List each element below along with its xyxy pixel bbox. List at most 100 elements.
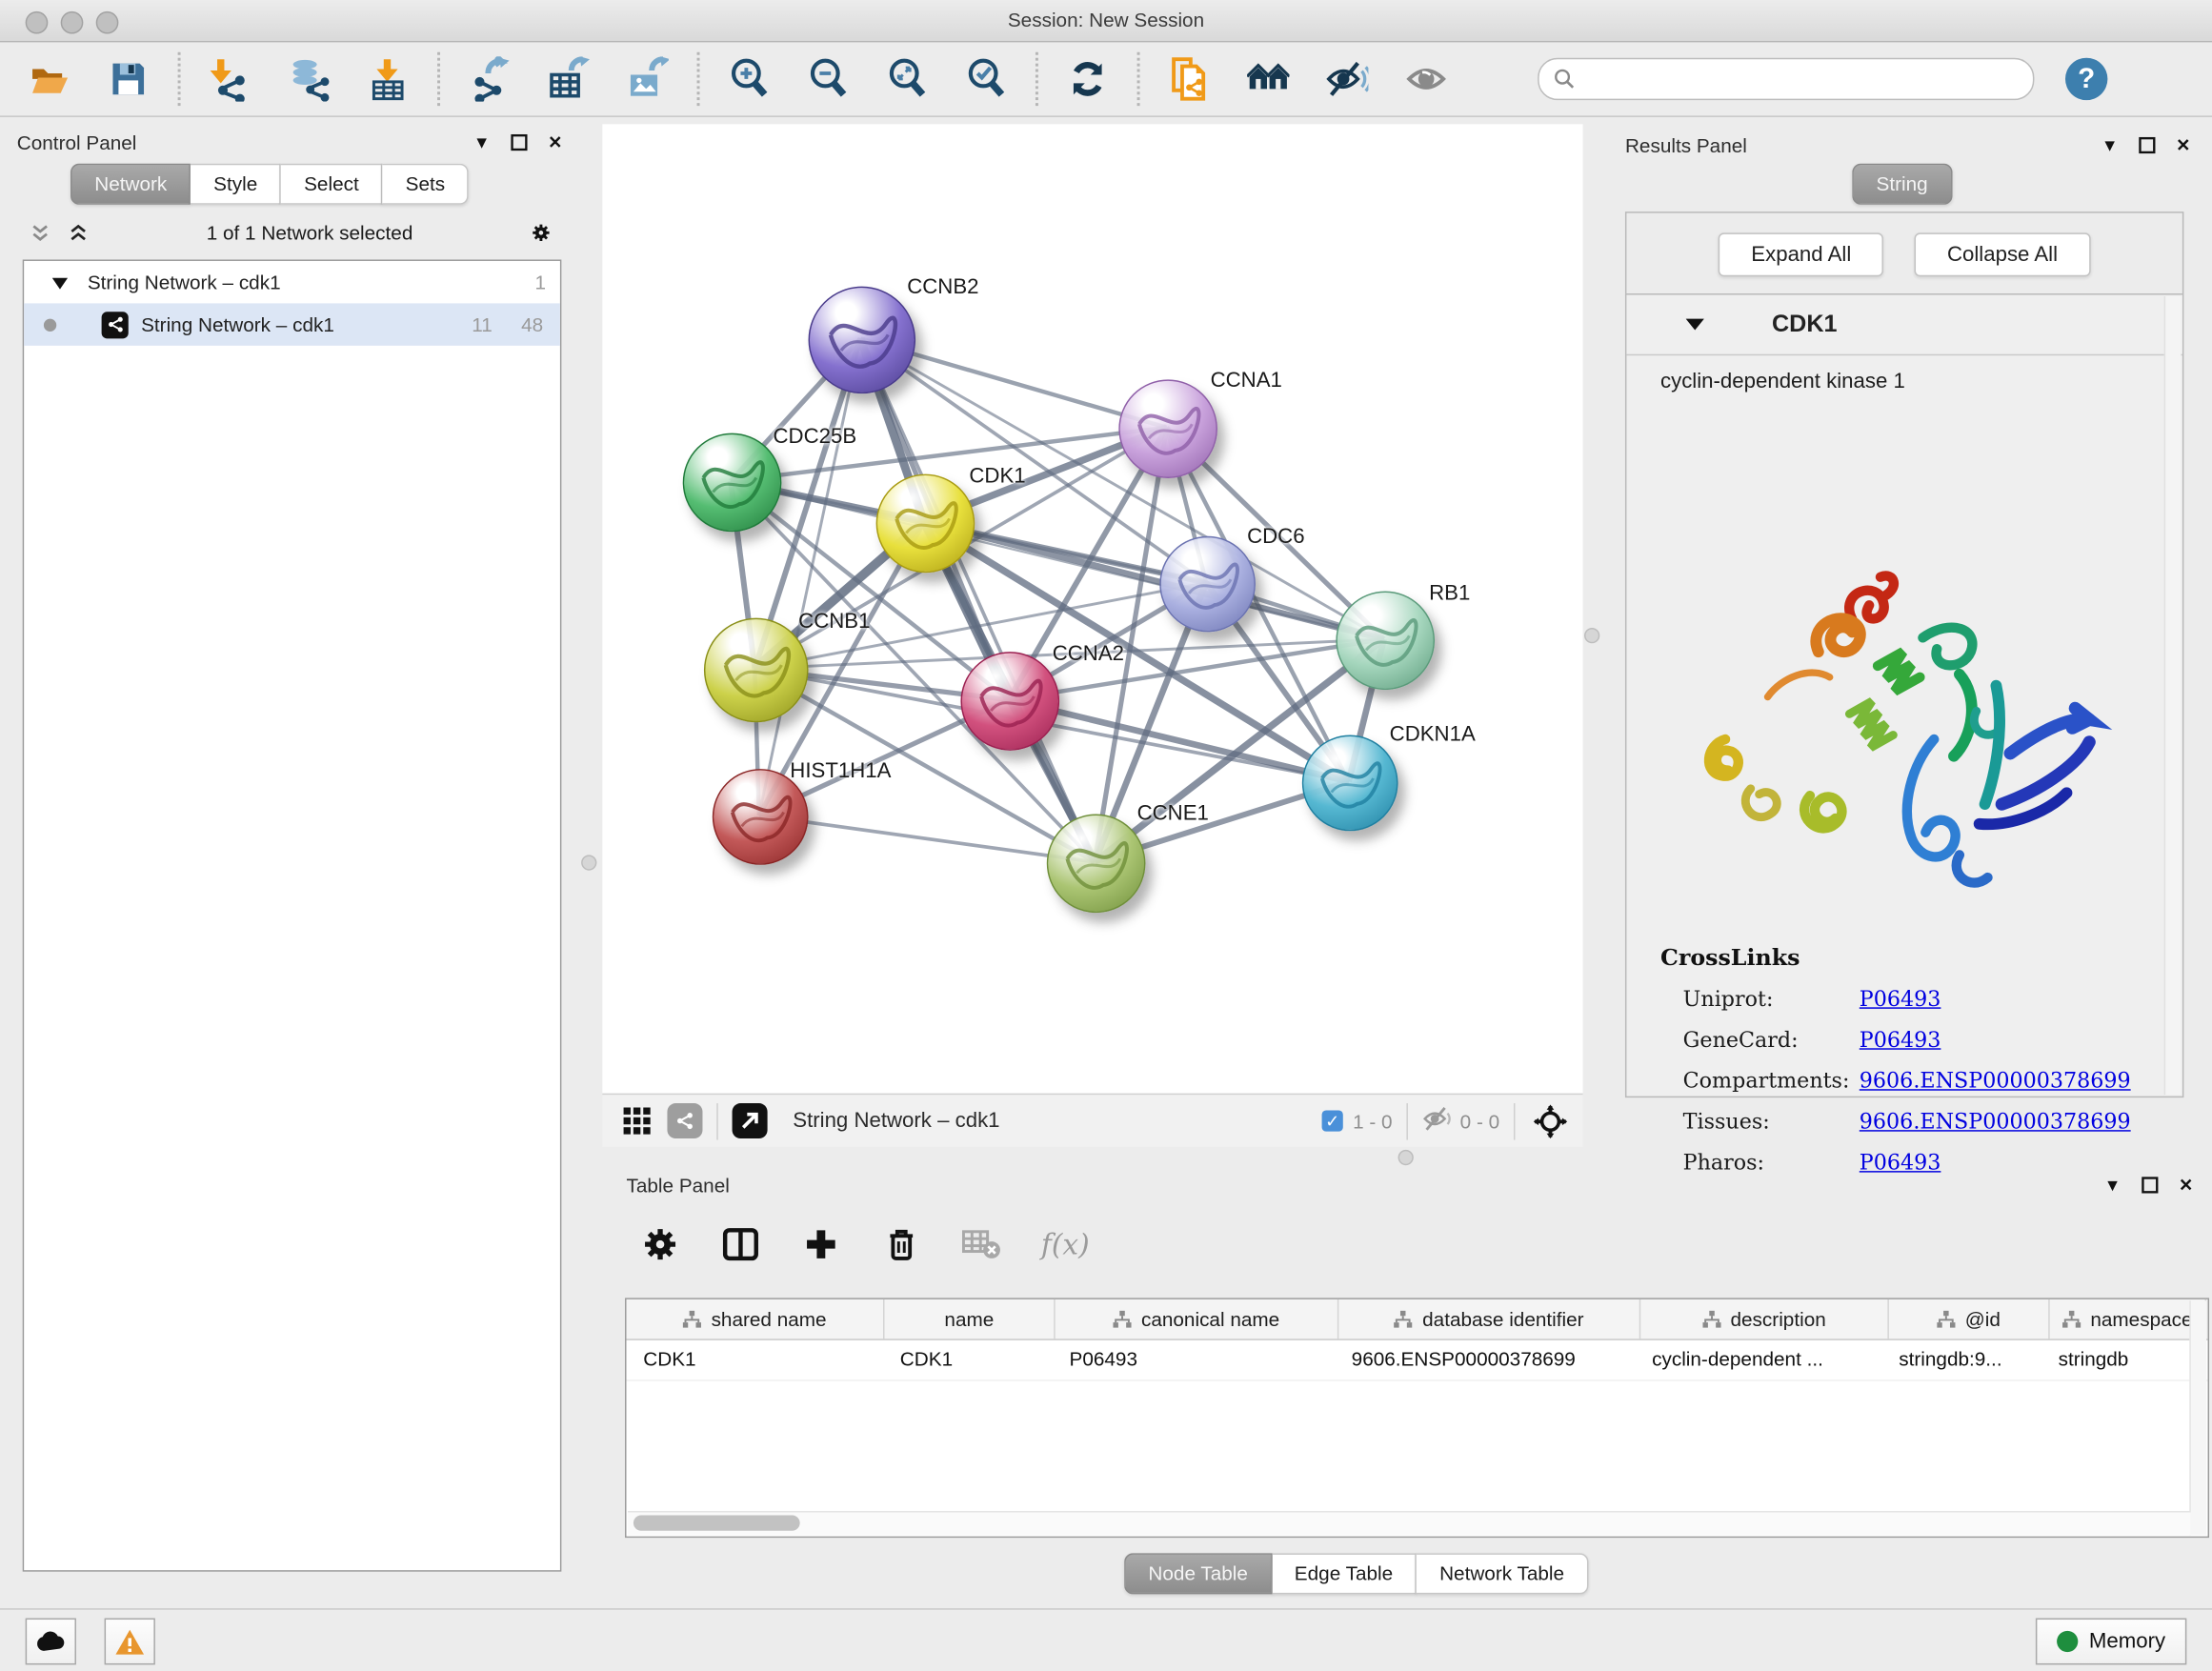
node-CCNA1[interactable] <box>1118 379 1217 478</box>
crosslink-link[interactable]: P06493 <box>1860 986 1941 1012</box>
save-session-icon[interactable] <box>108 58 150 100</box>
table-panel-float-icon[interactable] <box>2140 1176 2158 1194</box>
node-CDKN1A[interactable] <box>1302 735 1398 832</box>
table-cell[interactable]: CDK1 <box>883 1340 1053 1379</box>
export-image-icon[interactable] <box>627 58 669 100</box>
control-panel-close-icon[interactable]: ✕ <box>546 133 564 151</box>
zoom-out-icon[interactable] <box>807 58 849 100</box>
tab-network[interactable]: Network <box>70 164 191 205</box>
node-CDC6[interactable] <box>1159 536 1256 633</box>
node-CCNB1[interactable] <box>704 618 809 723</box>
results-scrollbar[interactable] <box>2164 296 2182 1095</box>
open-session-icon[interactable] <box>29 58 70 100</box>
tab-select[interactable]: Select <box>281 164 383 205</box>
table-panel-collapse-icon[interactable]: ▼ <box>2103 1176 2122 1194</box>
zoom-selected-icon[interactable] <box>965 58 1007 100</box>
import-network-file-icon[interactable] <box>209 58 251 100</box>
tab-node-table[interactable]: Node Table <box>1124 1553 1272 1594</box>
import-table-file-icon[interactable] <box>367 58 409 100</box>
control-panel: Control Panel ▼ ✕ NetworkStyleSelectSets… <box>11 124 564 1591</box>
edge-HIST1H1A-CCNE1[interactable] <box>759 815 1095 862</box>
application-window: Session: New Session <box>0 0 2212 1670</box>
node-CDK1[interactable] <box>876 474 975 574</box>
node-CCNE1[interactable] <box>1047 814 1146 913</box>
node-table[interactable]: shared namenamecanonical namedatabase id… <box>625 1298 2209 1538</box>
table-vertical-scrollbar[interactable] <box>2189 1300 2206 1535</box>
collapse-all-networks-icon[interactable] <box>31 224 50 242</box>
network-options-gear-icon[interactable] <box>532 224 550 242</box>
tab-edge-table[interactable]: Edge Table <box>1272 1553 1417 1594</box>
tab-network-table[interactable]: Network Table <box>1417 1553 1588 1594</box>
crosslink-row: Uniprot:P06493 <box>1660 986 2157 1012</box>
node-CDC25B[interactable] <box>683 433 782 533</box>
table-cell[interactable]: CDK1 <box>627 1340 884 1379</box>
table-cell[interactable]: stringdb <box>2041 1340 2197 1379</box>
zoom-fit-icon[interactable] <box>886 58 928 100</box>
export-table-icon[interactable] <box>548 58 590 100</box>
left-splitter-handle[interactable] <box>581 855 596 870</box>
node-RB1[interactable] <box>1336 591 1435 690</box>
node-CCNA2[interactable] <box>960 652 1059 751</box>
column-header-databaseidentifier[interactable]: database identifier <box>1338 1299 1640 1339</box>
expand-all-networks-icon[interactable] <box>70 224 88 242</box>
collapse-all-button[interactable]: Collapse All <box>1915 232 2090 276</box>
help-button[interactable]: ? <box>2065 58 2107 100</box>
apply-layout-icon[interactable] <box>1067 58 1109 100</box>
control-panel-float-icon[interactable] <box>510 133 528 151</box>
warnings-button[interactable] <box>105 1619 155 1665</box>
birds-eye-view-icon[interactable] <box>616 1099 658 1141</box>
network-canvas[interactable]: CCNB2CCNA1CDC25BCDK1CDC6RB1CCNB1CCNA2CDK… <box>602 124 1582 1093</box>
search-input[interactable] <box>1538 58 2034 100</box>
duplicate-network-icon[interactable] <box>1168 58 1210 100</box>
network-collection-row[interactable]: String Network – cdk1 1 <box>24 261 560 303</box>
tree-expand-icon[interactable] <box>52 271 68 293</box>
crosslink-link[interactable]: P06493 <box>1860 1027 1941 1053</box>
network-overview-icon[interactable] <box>1247 58 1289 100</box>
delete-column-icon[interactable] <box>880 1223 922 1265</box>
results-panel-collapse-icon[interactable]: ▼ <box>2101 136 2119 154</box>
table-panel-close-icon[interactable]: ✕ <box>2177 1176 2195 1194</box>
table-horizontal-scrollbar[interactable] <box>628 1511 2191 1535</box>
entry-collapse-icon[interactable] <box>1686 313 1704 334</box>
open-in-browser-icon[interactable] <box>733 1103 768 1138</box>
network-type-badge-icon[interactable] <box>667 1103 702 1138</box>
memory-button[interactable]: Memory <box>2036 1619 2187 1665</box>
table-settings-gear-icon[interactable] <box>639 1223 681 1265</box>
column-header-id[interactable]: @id <box>1889 1299 2050 1339</box>
protein-thumbnail <box>1120 381 1217 477</box>
selected-checkbox-icon[interactable]: ✓ <box>1322 1110 1343 1131</box>
show-all-icon[interactable] <box>1405 58 1447 100</box>
tab-string[interactable]: String <box>1852 164 1952 205</box>
export-network-icon[interactable] <box>469 58 511 100</box>
table-cell[interactable]: cyclin-dependent ... <box>1635 1340 1881 1379</box>
column-header-sharedname[interactable]: shared name <box>627 1299 885 1339</box>
cloud-status-button[interactable] <box>26 1619 76 1665</box>
edge-CCNB2-HIST1H1A[interactable] <box>759 338 861 815</box>
add-column-icon[interactable] <box>800 1223 842 1265</box>
node-CCNB2[interactable] <box>809 287 916 394</box>
results-panel-close-icon[interactable]: ✕ <box>2174 136 2192 154</box>
tab-style[interactable]: Style <box>191 164 281 205</box>
table-cell[interactable]: stringdb:9... <box>1881 1340 2041 1379</box>
column-header-canonicalname[interactable]: canonical name <box>1056 1299 1339 1339</box>
expand-all-button[interactable]: Expand All <box>1719 232 1883 276</box>
results-panel-float-icon[interactable] <box>2138 136 2156 154</box>
table-cell[interactable]: P06493 <box>1053 1340 1335 1379</box>
show-columns-icon[interactable] <box>719 1223 761 1265</box>
crosslink-link[interactable]: 9606.ENSP00000378699 <box>1860 1068 2131 1094</box>
network-row[interactable]: String Network – cdk1 11 48 <box>24 303 560 345</box>
column-header-description[interactable]: description <box>1640 1299 1889 1339</box>
scrollbar-thumb[interactable] <box>633 1515 800 1530</box>
tab-sets[interactable]: Sets <box>383 164 469 205</box>
fit-content-crosshair-icon[interactable] <box>1529 1099 1571 1141</box>
import-network-database-icon[interactable] <box>288 58 330 100</box>
hide-selected-icon[interactable] <box>1326 58 1368 100</box>
column-header-name[interactable]: name <box>885 1299 1056 1339</box>
crosslink-link[interactable]: 9606.ENSP00000378699 <box>1860 1109 2131 1135</box>
table-cell[interactable]: 9606.ENSP00000378699 <box>1335 1340 1635 1379</box>
column-header-namespace[interactable]: namespace <box>2050 1299 2206 1339</box>
node-HIST1H1A[interactable] <box>713 769 809 865</box>
control-panel-collapse-icon[interactable]: ▼ <box>473 133 491 151</box>
edge-CDK1-RB1[interactable] <box>924 522 1384 639</box>
zoom-in-icon[interactable] <box>728 58 770 100</box>
